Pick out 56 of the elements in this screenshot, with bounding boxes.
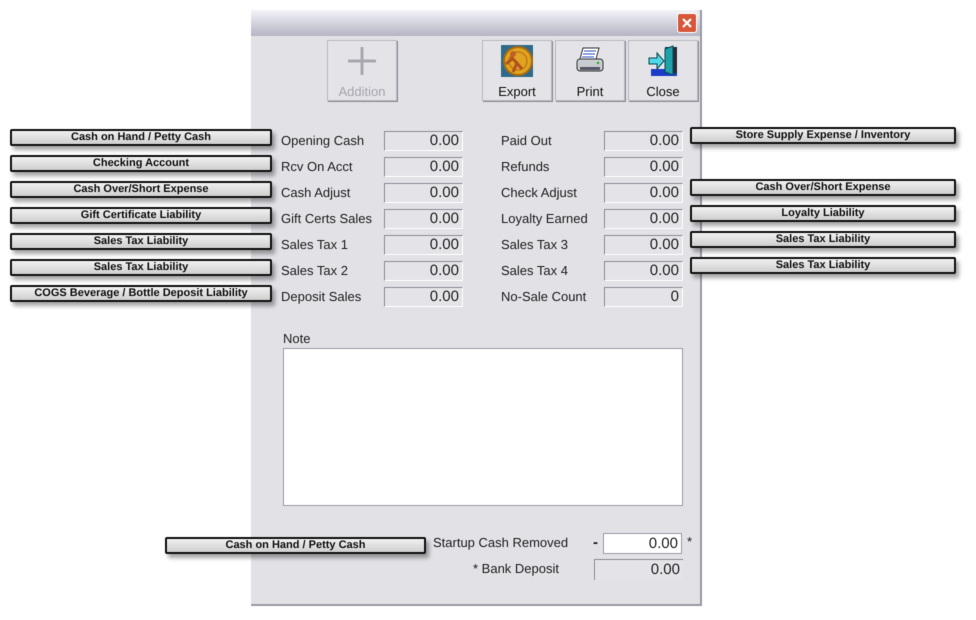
- footnote-mark: *: [687, 533, 692, 551]
- value-field: 0.00: [384, 131, 463, 151]
- value-field: 0.00: [604, 183, 683, 203]
- account-callout: Sales Tax Liability: [10, 259, 272, 276]
- door-arrow-icon: [647, 45, 679, 77]
- value-field: 0.00: [604, 209, 683, 229]
- account-callout: Sales Tax Liability: [690, 257, 956, 274]
- minus-sign: -: [593, 532, 599, 553]
- bank-deposit-label: * Bank Deposit: [473, 560, 560, 578]
- value-field: 0.00: [604, 261, 683, 281]
- field-label: Deposit Sales: [281, 288, 362, 306]
- toolbar-button[interactable]: Export: [482, 40, 552, 101]
- value-field: 0.00: [604, 157, 683, 177]
- toolbar-button[interactable]: Close: [628, 40, 698, 101]
- field-label: Sales Tax 1: [281, 236, 349, 254]
- coin-figure-icon: [501, 45, 533, 77]
- field-label: Paid Out: [501, 132, 553, 150]
- field-label: Gift Certs Sales: [281, 210, 374, 228]
- field-label: Sales Tax 3: [501, 236, 569, 254]
- field-label: Opening Cash: [281, 132, 366, 150]
- bank-deposit-field: 0.00: [594, 558, 683, 580]
- note-label: Note: [283, 331, 312, 347]
- account-callout: COGS Beverage / Bottle Deposit Liability: [10, 285, 272, 302]
- value-field: 0.00: [384, 209, 463, 229]
- value-field: 0.00: [384, 235, 463, 255]
- field-label: Cash Adjust: [281, 184, 352, 202]
- account-callout: Loyalty Liability: [690, 205, 956, 222]
- note-field[interactable]: [283, 348, 683, 506]
- startup-cash-field[interactable]: 0.00: [603, 532, 682, 554]
- value-field: 0.00: [384, 287, 463, 307]
- account-callout: Sales Tax Liability: [10, 233, 272, 250]
- field-label: No-Sale Count: [501, 288, 588, 306]
- account-callout: Cash Over/Short Expense: [690, 179, 956, 196]
- account-callout: Gift Certificate Liability: [10, 207, 272, 224]
- value-field: 0.00: [604, 235, 683, 255]
- field-label: Sales Tax 4: [501, 262, 569, 280]
- field-label: Refunds: [501, 158, 550, 176]
- account-callout: Cash on Hand / Petty Cash: [165, 537, 426, 554]
- field-label: Rcv On Acct: [281, 158, 354, 176]
- startup-cash-label: Startup Cash Removed: [433, 534, 570, 552]
- toolbar-button[interactable]: Print: [555, 40, 625, 101]
- account-callout: Store Supply Expense / Inventory: [690, 127, 956, 144]
- field-label: Loyalty Earned: [501, 210, 589, 228]
- value-field: 0.00: [384, 157, 463, 177]
- value-field: 0.00: [604, 131, 683, 151]
- value-field: 0.00: [384, 183, 463, 203]
- close-icon[interactable]: [677, 13, 697, 33]
- plus-icon: [346, 45, 378, 77]
- value-field: 0.00: [384, 261, 463, 281]
- account-callout: Checking Account: [10, 155, 272, 172]
- account-callout: Sales Tax Liability: [690, 231, 956, 248]
- account-callout: Cash on Hand / Petty Cash: [10, 129, 272, 146]
- account-callout: Cash Over/Short Expense: [10, 181, 272, 198]
- field-label: Check Adjust: [501, 184, 578, 202]
- value-field: 0: [604, 287, 683, 307]
- field-label: Sales Tax 2: [281, 262, 349, 280]
